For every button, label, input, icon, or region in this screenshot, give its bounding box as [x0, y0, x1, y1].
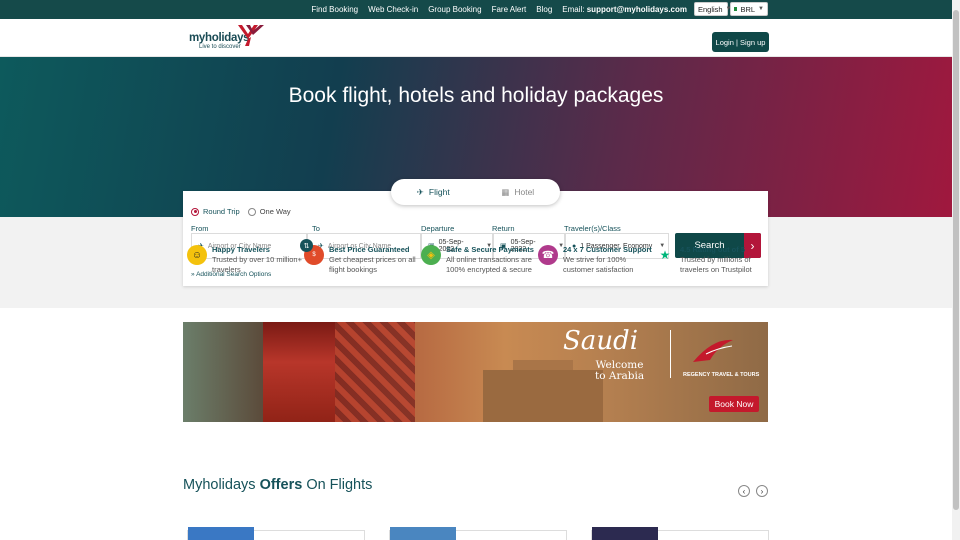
radio-selected-icon: [191, 207, 199, 216]
plane-icon: ✈: [416, 186, 424, 197]
feature-title: Best Price Guaranteed: [329, 245, 410, 254]
tab-hotel[interactable]: ▦ Hotel: [476, 179, 561, 205]
chevron-down-icon: ▼: [758, 6, 764, 12]
offer-card[interactable]: [389, 527, 567, 540]
to-label: To: [312, 224, 320, 233]
feature-desc: All online transactions are 100% encrypt…: [446, 255, 532, 274]
email-label: Email:: [562, 5, 585, 14]
myholidays-logo[interactable]: myholidays Live to discover: [189, 23, 269, 53]
banner-divider: [670, 330, 671, 378]
brazil-flag-icon: [734, 7, 738, 11]
offer-card[interactable]: [187, 527, 365, 540]
one-way-radio[interactable]: One Way: [247, 207, 291, 216]
feature-happy-travelers: ☺ Happy Travelers Trusted by over 10 mil…: [187, 245, 304, 274]
banner-textile-image: [335, 322, 415, 422]
offer-card[interactable]: [591, 527, 769, 540]
tab-flight-label: Flight: [428, 187, 450, 197]
swap-airports-button[interactable]: ⇅: [300, 239, 313, 252]
email-value[interactable]: support@myholidays.com: [587, 5, 687, 14]
feature-desc: Trusted by over 10 million+ travelers: [212, 255, 302, 274]
feature-title: 24 x 7 Customer Support: [563, 245, 652, 254]
language-select[interactable]: English ▼: [694, 2, 732, 16]
banner-brand: Saudi: [563, 326, 639, 356]
building-icon: ▦: [501, 186, 510, 197]
offers-prev-button[interactable]: ‹: [738, 485, 750, 497]
return-label: Return: [492, 224, 515, 233]
hero-title: Book flight, hotels and holiday packages: [288, 84, 664, 107]
tab-hotel-label: Hotel: [514, 187, 535, 197]
features-row: ☺ Happy Travelers Trusted by over 10 mil…: [187, 245, 772, 274]
find-booking-link[interactable]: Find Booking: [311, 5, 358, 14]
banner-fort-image: [483, 370, 603, 422]
site-header: myholidays Live to discover Login | Sign…: [0, 19, 952, 57]
feature-best-price: $ Best Price Guaranteed Get cheapest pri…: [304, 245, 421, 274]
offer-card-image: [188, 527, 254, 540]
saudi-promo-banner[interactable]: Saudi Welcome to Arabia REGENCY TRAVEL &…: [183, 322, 768, 422]
banner-partner: REGENCY TRAVEL & TOURS: [683, 372, 760, 378]
feature-rating: ★ 4.5 Rating out of 5 Trusted by million…: [655, 245, 772, 274]
hero-section: Book flight, hotels and holiday packages…: [0, 57, 952, 308]
booking-tabs: ✈ Flight ▦ Hotel: [391, 179, 560, 205]
feature-desc: Get cheapest prices on all flight bookin…: [329, 255, 416, 274]
trip-type-options: Round Trip One Way: [191, 207, 291, 216]
top-links: Find Booking Web Check-in Group Booking …: [311, 0, 687, 19]
travelers-label: Traveler(s)/Class: [564, 224, 621, 233]
banner-tagline: Welcome to Arabia: [595, 360, 644, 382]
banner-woman-image: [263, 322, 335, 422]
language-value: English: [698, 4, 723, 14]
shield-icon: ◈: [421, 245, 441, 265]
page-scrollbar[interactable]: [952, 0, 960, 540]
blog-link[interactable]: Blog: [536, 5, 552, 14]
regency-logo-icon: [693, 339, 733, 362]
currency-value: BRL: [740, 4, 756, 14]
logo-y-mark-icon: [238, 25, 264, 46]
banner-tagline-2: to Arabia: [595, 370, 645, 382]
support-agent-icon: ☎: [538, 245, 558, 265]
book-now-button[interactable]: Book Now: [709, 396, 759, 412]
fare-alert-link[interactable]: Fare Alert: [492, 5, 527, 14]
offer-card-image: [390, 527, 456, 540]
login-signup-button[interactable]: Login | Sign up: [712, 32, 769, 52]
currency-select[interactable]: BRL ▼: [730, 2, 768, 16]
tab-flight[interactable]: ✈ Flight: [391, 179, 476, 205]
offers-next-button[interactable]: ›: [756, 485, 768, 497]
scrollbar-thumb[interactable]: [953, 10, 959, 510]
feature-desc: Trusted by millions of travelers on Trus…: [680, 255, 752, 274]
feature-title: 4.5 Rating out of 5: [680, 245, 746, 254]
web-checkin-link[interactable]: Web Check-in: [368, 5, 418, 14]
trustpilot-star-icon: ★: [659, 248, 671, 262]
feature-title: Safe & Secure Payments: [446, 245, 534, 254]
feature-secure-payments: ◈ Safe & Secure Payments All online tran…: [421, 245, 538, 274]
offers-title-suffix: On Flights: [306, 477, 373, 493]
offers-title-bold: Offers: [259, 477, 303, 493]
radio-unselected-icon: [247, 207, 256, 216]
departure-label: Departure: [421, 224, 455, 233]
email-info: Email: support@myholidays.com: [562, 5, 687, 14]
feature-customer-support: ☎ 24 x 7 Customer Support We strive for …: [538, 245, 655, 274]
offers-title-prefix: Myholidays: [183, 477, 256, 493]
offers-heading: Myholidays Offers On Flights: [183, 477, 372, 493]
feature-title: Happy Travelers: [212, 245, 270, 254]
group-booking-link[interactable]: Group Booking: [428, 5, 481, 14]
top-utility-bar: Find Booking Web Check-in Group Booking …: [0, 0, 952, 19]
feature-desc: We strive for 100% customer satisfaction: [563, 255, 634, 274]
one-way-label: One Way: [259, 207, 291, 216]
logo-tagline: Live to discover: [199, 44, 241, 50]
smiley-icon: ☺: [187, 245, 207, 265]
from-label: From: [191, 224, 209, 233]
round-trip-radio[interactable]: Round Trip: [191, 207, 240, 216]
offer-card-image: [592, 527, 658, 540]
round-trip-label: Round Trip: [203, 207, 240, 216]
